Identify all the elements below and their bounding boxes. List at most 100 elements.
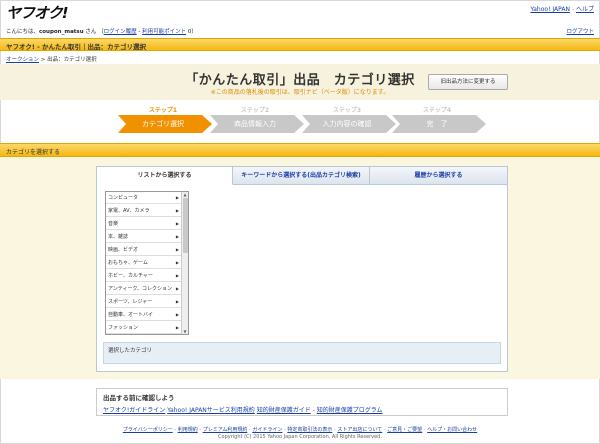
pre-listing-links: ヤフオク!ガイドライン Yahoo! JAPANサービス利用規約 知的財産保護ガ… xyxy=(103,407,383,414)
old-method-button[interactable]: 旧出品方法に変更する xyxy=(428,74,508,90)
category-label: コンピュータ xyxy=(108,195,139,201)
category-label: 家電、AV、カメラ xyxy=(108,208,150,214)
category-item[interactable]: スポーツ、レジャー ▶ xyxy=(106,296,182,308)
step-1-number: ステップ1 xyxy=(148,107,178,114)
category-item[interactable]: おもちゃ、ゲーム ▶ xyxy=(106,257,182,269)
step-2-number: ステップ2 xyxy=(240,107,270,114)
logout-link[interactable]: ログアウト xyxy=(566,27,594,35)
greeting-prefix: こんにちは、 xyxy=(6,29,40,35)
selected-category-label: 選択したカテゴリ xyxy=(108,348,153,354)
page-subtitle: ※この商品の落札後の取引は、取引ナビ（ベータ版）になります。 xyxy=(210,89,390,96)
category-label: 自動車、オートバイ xyxy=(108,312,154,318)
category-item[interactable]: 家電、AV、カメラ ▶ xyxy=(106,205,182,217)
selected-category-box: 選択したカテゴリ xyxy=(103,342,501,364)
scroll-down-icon[interactable]: ▼ xyxy=(182,329,188,334)
page-header-bar: ヤフオク! - かんたん取引｜出品：カテゴリ選択 xyxy=(0,38,600,51)
tab-history-select[interactable]: 履歴から選択する xyxy=(370,167,507,185)
ip-program-link[interactable]: 知的財産保護プログラム xyxy=(317,407,383,414)
page-header-title: ヤフオク! - かんたん取引｜出品：カテゴリ選択 xyxy=(6,43,147,51)
category-item[interactable]: 音楽 ▶ xyxy=(106,218,182,230)
category-item[interactable]: ファッション ▶ xyxy=(106,322,182,334)
category-scrollbar[interactable]: ▲ ▼ xyxy=(181,192,188,334)
arrow-right-icon: ▶ xyxy=(175,273,179,278)
footer: プライバシーポリシー - 利用規約 - プレミアム利用規約 - ガイドライン -… xyxy=(0,426,600,440)
arrow-right-icon: ▶ xyxy=(175,234,179,239)
tab-list-select[interactable]: リストから選択する xyxy=(97,167,233,185)
arrow-right-icon: ▶ xyxy=(175,260,179,265)
copyright: Copyright (C) 2015 Yahoo Japan Corporati… xyxy=(218,434,382,440)
category-label: 映画、ビデオ xyxy=(108,247,139,253)
arrow-right-icon: ▶ xyxy=(175,286,179,291)
scroll-thumb[interactable] xyxy=(183,198,188,253)
category-label: ファッション xyxy=(108,325,139,331)
footer-link-terms[interactable]: 利用規約 xyxy=(178,427,198,433)
guideline-link[interactable]: ヤフオク!ガイドライン xyxy=(103,407,165,414)
arrow-right-icon: ▶ xyxy=(175,221,179,226)
category-item[interactable]: コンピュータ ▶ xyxy=(106,192,182,204)
category-tabs: リストから選択する キーワードから選択する(出品カテゴリ検索) 履歴から選択する xyxy=(97,167,507,185)
footer-link-privacy[interactable]: プライバシーポリシー xyxy=(123,427,173,433)
category-label: おもちゃ、ゲーム xyxy=(108,260,148,266)
category-item[interactable]: アンティーク、コレクション ▶ xyxy=(106,283,182,295)
arrow-right-icon: ▶ xyxy=(175,299,179,304)
step-2: ステップ2 商品情報入力 xyxy=(210,105,306,135)
footer-link-premium-terms[interactable]: プレミアム利用規約 xyxy=(203,427,248,433)
pre-listing-check-title: 出品する前に確認しよう xyxy=(103,394,175,402)
footer-link-feedback[interactable]: ご意見・ご要望 xyxy=(387,427,422,433)
category-label: スポーツ、レジャー xyxy=(108,299,153,305)
footer-link-help[interactable]: ヘルプ・お問い合わせ xyxy=(427,427,477,433)
step-2-label: 商品情報入力 xyxy=(234,120,276,128)
category-label: 本、雑誌 xyxy=(108,234,129,240)
arrow-right-icon: ▶ xyxy=(175,195,179,200)
step-1-label: カテゴリ選択 xyxy=(142,120,184,128)
step-4-label: 完 了 xyxy=(426,120,448,128)
section-header: カテゴリを選択する xyxy=(0,143,600,157)
login-history-link[interactable]: ログイン履歴 xyxy=(104,29,137,35)
category-panel: リストから選択する キーワードから選択する(出品カテゴリ検索) 履歴から選択する… xyxy=(96,166,508,372)
footer-link-guideline[interactable]: ガイドライン xyxy=(252,427,282,433)
greeting-row: こんにちは、coupon_matsu さん （ログイン履歴 - 利用可能ポイント… xyxy=(6,27,594,35)
footer-links: プライバシーポリシー - 利用規約 - プレミアム利用規約 - ガイドライン -… xyxy=(122,427,478,433)
category-item[interactable]: 自動車、オートバイ ▶ xyxy=(106,309,182,321)
points-value: 0 xyxy=(187,29,192,35)
category-item[interactable]: ホビー、カルチャー ▶ xyxy=(106,270,182,282)
category-label: ホビー、カルチャー xyxy=(108,273,153,279)
top-links: Yahoo! JAPAN - ヘルプ xyxy=(530,6,594,13)
top-bar: ヤフオク! Yahoo! JAPAN - ヘルプ xyxy=(0,0,600,26)
section-title: カテゴリを選択する xyxy=(6,149,61,156)
step-3-number: ステップ3 xyxy=(332,107,362,114)
category-item[interactable]: 映画、ビデオ ▶ xyxy=(106,244,182,256)
yahuoku-logo[interactable]: ヤフオク! xyxy=(6,2,69,23)
tab-keyword-select[interactable]: キーワードから選択する(出品カテゴリ検索) xyxy=(233,167,370,185)
step-indicator: ステップ1 カテゴリ選択 ステップ2 商品情報入力 ステップ3 入力内容の確認 … xyxy=(118,105,488,135)
scroll-up-icon[interactable]: ▲ xyxy=(182,192,188,197)
step-3: ステップ3 入力内容の確認 xyxy=(302,105,398,135)
yahoo-japan-link[interactable]: Yahoo! JAPAN xyxy=(530,6,570,13)
username: coupon_matsu xyxy=(39,29,84,35)
help-link[interactable]: ヘルプ xyxy=(576,6,594,13)
arrow-right-icon: ▶ xyxy=(175,247,179,252)
step-4: ステップ4 完 了 xyxy=(392,105,488,135)
step-1: ステップ1 カテゴリ選択 xyxy=(118,105,214,135)
points-link[interactable]: 利用可能ポイント xyxy=(142,29,186,35)
page-title: 「かんたん取引」出品 カテゴリ選択 xyxy=(185,73,415,88)
category-label: アンティーク、コレクション xyxy=(108,286,173,292)
terms-link[interactable]: Yahoo! JAPANサービス利用規約 xyxy=(167,407,255,414)
step-3-label: 入力内容の確認 xyxy=(322,120,372,128)
footer-link-store[interactable]: ストア出店について xyxy=(337,427,382,433)
breadcrumb-current: 出品：カテゴリ選択 xyxy=(47,57,97,63)
category-label: 音楽 xyxy=(108,221,119,227)
arrow-right-icon: ▶ xyxy=(175,208,179,213)
category-list[interactable]: コンピュータ ▶ 家電、AV、カメラ ▶ 音楽 ▶ 本、雑誌 ▶ 映画、ビデオ ▶ おもち… xyxy=(105,191,189,335)
breadcrumb: オークション > 出品：カテゴリ選択 xyxy=(6,57,97,63)
arrow-right-icon: ▶ xyxy=(175,325,179,330)
pre-listing-check-box: 出品する前に確認しよう ヤフオク!ガイドライン Yahoo! JAPANサービス… xyxy=(96,388,508,416)
ip-guide-link[interactable]: 知的財産保護ガイド xyxy=(257,407,311,414)
breadcrumb-home[interactable]: オークション xyxy=(6,57,39,63)
greeting-suffix: さん xyxy=(85,29,97,35)
footer-link-commerce-law[interactable]: 特定商取引法の表示 xyxy=(287,427,332,433)
step-4-number: ステップ4 xyxy=(422,107,452,114)
category-item[interactable]: 本、雑誌 ▶ xyxy=(106,231,182,243)
title-area: 「かんたん取引」出品 カテゴリ選択 ※この商品の落札後の取引は、取引ナビ（ベータ… xyxy=(0,64,600,100)
arrow-right-icon: ▶ xyxy=(175,312,179,317)
